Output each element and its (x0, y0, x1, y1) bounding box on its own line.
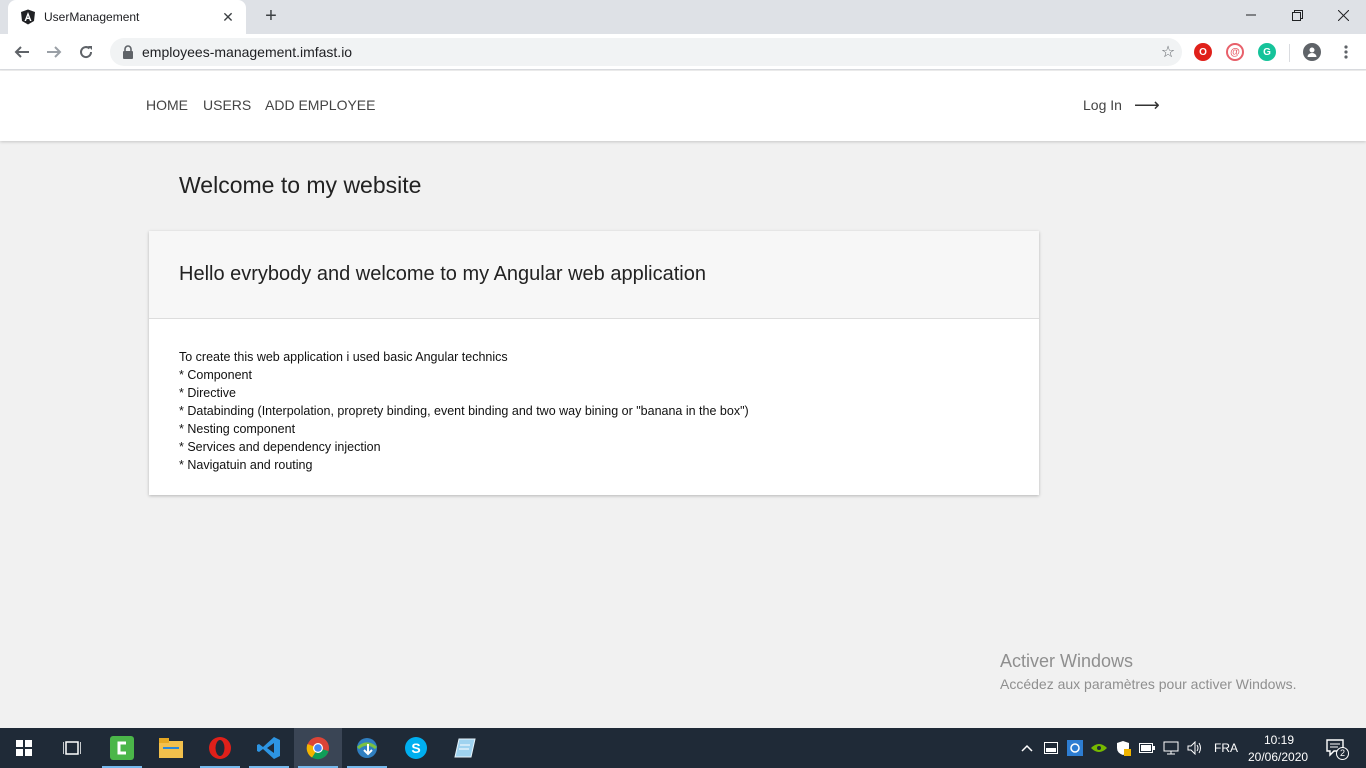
language-indicator[interactable]: FRA (1214, 741, 1238, 755)
nav-users[interactable]: USERS (203, 97, 251, 113)
security-warning-icon[interactable] (1115, 740, 1131, 756)
notepad-icon[interactable] (441, 728, 489, 768)
card-line: * Services and dependency injection (179, 440, 381, 454)
notification-count-badge: 2 (1336, 747, 1349, 760)
nvidia-icon[interactable] (1091, 740, 1107, 756)
card-line: * Directive (179, 386, 236, 400)
network-app-icon[interactable] (1067, 740, 1083, 756)
toolbar-separator (1289, 44, 1290, 62)
internet-download-manager-icon[interactable] (343, 728, 391, 768)
minimize-icon[interactable] (1228, 0, 1274, 30)
skype-icon[interactable]: S (392, 728, 440, 768)
browser-tab-bar: UserManagement ✕ + (0, 0, 1366, 34)
profile-icon[interactable] (1303, 43, 1321, 61)
browser-tab[interactable]: UserManagement ✕ (8, 0, 246, 34)
restore-icon[interactable] (1274, 0, 1320, 30)
card-title: Hello evrybody and welcome to my Angular… (179, 263, 706, 285)
file-explorer-icon[interactable] (147, 728, 195, 768)
card-line: * Component (179, 368, 252, 382)
camtasia-icon[interactable] (98, 728, 146, 768)
card-header: Hello evrybody and welcome to my Angular… (149, 231, 1039, 319)
chevron-up-icon[interactable] (1019, 740, 1035, 756)
browser-toolbar: employees-management.imfast.io ☆ O @ G (0, 34, 1366, 70)
vscode-icon[interactable] (245, 728, 293, 768)
lock-icon (122, 45, 134, 59)
bookmark-star-icon[interactable]: ☆ (1154, 42, 1182, 62)
chrome-icon[interactable] (294, 728, 342, 768)
volume-icon[interactable] (1187, 740, 1203, 756)
page-title: Welcome to my website (179, 172, 422, 198)
task-view-icon[interactable] (48, 728, 96, 768)
notification-center-icon[interactable]: 2 (1325, 738, 1349, 760)
watermark-title: Activer Windows (1000, 651, 1134, 671)
grammarly-icon[interactable]: G (1258, 43, 1276, 61)
reload-icon[interactable] (74, 40, 98, 64)
welcome-card: Hello evrybody and welcome to my Angular… (149, 231, 1039, 495)
extension-icon[interactable]: @ (1226, 43, 1244, 61)
windows-start-icon[interactable] (0, 728, 48, 768)
menu-icon[interactable] (1334, 40, 1358, 64)
tab-close-icon[interactable]: ✕ (220, 9, 236, 26)
windows-activation-watermark: Activer Windows Accédez aux paramètres p… (1000, 651, 1296, 692)
arrow-right-icon: ⟶ (1133, 95, 1160, 115)
login-button[interactable]: Log In ⟶ (1083, 95, 1160, 115)
back-icon[interactable] (10, 40, 34, 64)
tray-app-icon[interactable] (1043, 740, 1059, 756)
nav-add-employee[interactable]: ADD EMPLOYEE (265, 97, 375, 113)
clock-date[interactable]: 20/06/2020 (1248, 750, 1308, 764)
close-window-icon[interactable] (1320, 0, 1366, 30)
url-text: employees-management.imfast.io (142, 44, 353, 60)
login-label: Log In (1083, 97, 1122, 113)
opera-adblock-icon[interactable]: O (1194, 43, 1212, 61)
tab-title: UserManagement (44, 10, 140, 24)
card-line: * Nesting component (179, 422, 296, 436)
network-icon[interactable] (1163, 740, 1179, 756)
clock-time[interactable]: 10:19 (1264, 733, 1294, 747)
battery-icon[interactable] (1139, 740, 1155, 756)
card-body: To create this web application i used ba… (179, 348, 749, 474)
angular-icon (20, 9, 36, 25)
card-line: * Navigatuin and routing (179, 458, 313, 472)
svg-text:S: S (411, 740, 420, 756)
nav-home[interactable]: HOME (146, 97, 188, 113)
forward-icon[interactable] (42, 40, 66, 64)
taskbar: S FRA 10:19 20/06/2020 2 (0, 728, 1366, 768)
watermark-subtitle: Accédez aux paramètres pour activer Wind… (1000, 676, 1297, 692)
card-line: * Databinding (Interpolation, proprety b… (179, 404, 749, 418)
card-line: To create this web application i used ba… (179, 350, 508, 364)
opera-icon[interactable] (196, 728, 244, 768)
site-header: HOME USERS ADD EMPLOYEE Log In ⟶ (0, 71, 1366, 141)
new-tab-icon[interactable]: + (260, 5, 282, 27)
address-bar[interactable]: employees-management.imfast.io ☆ (110, 38, 1182, 66)
